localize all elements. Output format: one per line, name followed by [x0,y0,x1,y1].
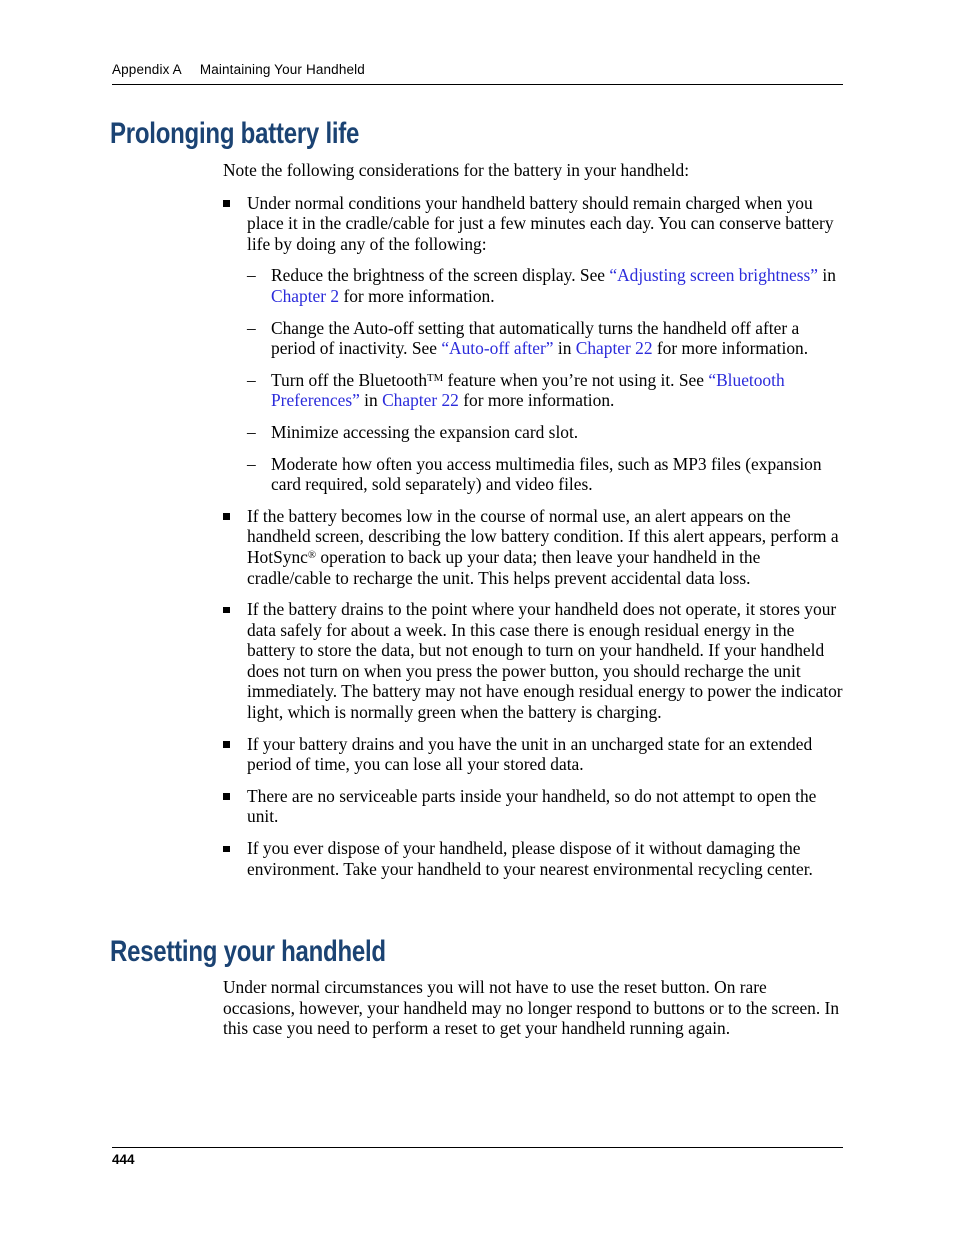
square-bullet-icon [223,200,230,207]
list-item-text: If your battery drains and you have the … [247,733,813,775]
list-item: – Reduce the brightness of the screen di… [247,265,843,306]
list-item: If your battery drains and you have the … [223,734,843,775]
list-item-text-part-b: operation to back up your data; then lea… [247,546,761,588]
sub-item-text-suffix: for more information. [458,390,615,411]
square-bullet-icon [223,845,230,853]
xref-chapter-22[interactable]: Chapter 22 [576,338,653,358]
list-item: Under normal conditions your handheld ba… [223,193,843,495]
sub-item-text-mid: in [818,265,836,286]
list-item: There are no serviceable parts inside yo… [223,786,843,827]
en-dash-bullet-icon: – [247,369,256,390]
list-item: – Change the Auto-off setting that autom… [247,318,843,359]
square-bullet-icon [223,513,230,520]
list-item-text: Under normal conditions your handheld ba… [247,192,834,254]
sub-item-text-mid: in [359,390,383,411]
sub-item-text-prefix: Turn off the Bluetooth [271,369,428,390]
en-dash-bullet-icon: – [247,317,256,338]
sub-item-text-prefix: Reduce the brightness of the screen disp… [271,265,610,286]
list-item: – Turn off the BluetoothTM feature when … [247,370,843,411]
section-body-prolonging-battery-life: Note the following considerations for th… [223,160,843,879]
sub-item-text: Minimize accessing the expansion card sl… [271,421,579,442]
list-item-text: There are no serviceable parts inside yo… [247,785,817,827]
sub-item-text-suffix: for more information. [652,338,809,359]
page-number: 444 [112,1152,135,1167]
registered-trademark-symbol: ® [307,548,317,561]
section-body-resetting-your-handheld: Under normal circumstances you will not … [223,977,843,1039]
xref-adjusting-screen-brightness[interactable]: “Adjusting screen brightness” [609,265,818,285]
list-item: If the battery drains to the point where… [223,599,843,723]
chapter-title: Maintaining Your Handheld [199,62,365,77]
square-bullet-icon [223,606,230,614]
xref-auto-off-after[interactable]: “Auto-off after” [441,338,553,358]
trademark-symbol: TM [427,371,444,384]
intro-paragraph: Note the following considerations for th… [223,160,690,180]
square-bullet-icon [223,793,230,800]
xref-chapter-2[interactable]: Chapter 2 [271,286,339,306]
header-rule [112,84,843,85]
en-dash-bullet-icon: – [247,265,256,286]
list-item-text: If you ever dispose of your handheld, pl… [247,838,813,879]
battery-considerations-list: Under normal conditions your handheld ba… [223,193,843,880]
en-dash-bullet-icon: – [247,421,256,442]
section-heading-prolonging-battery-life: Prolonging battery life [110,117,360,150]
sub-item-text-mid: in [553,338,576,359]
list-item: – Minimize accessing the expansion card … [247,422,843,443]
section-heading-resetting-your-handheld: Resetting your handheld [110,935,386,968]
list-item: If you ever dispose of your handheld, pl… [223,838,843,879]
sub-item-text: Moderate how often you access multimedia… [271,453,822,495]
square-bullet-icon [223,741,230,748]
battery-conservation-sublist: – Reduce the brightness of the screen di… [247,265,843,494]
sub-item-text-suffix: for more information. [339,285,495,306]
appendix-label: Appendix A [112,62,182,77]
resetting-paragraph: Under normal circumstances you will not … [223,977,840,1039]
footer-rule [112,1147,843,1148]
sub-item-text-prefix-b: feature when you’re not using it. See [443,369,709,390]
en-dash-bullet-icon: – [247,453,256,474]
list-item: If the battery becomes low in the course… [223,506,843,588]
document-page: Appendix A Maintaining Your Handheld Prol… [0,0,954,1235]
list-item: – Moderate how often you access multimed… [247,454,843,495]
xref-chapter-22[interactable]: Chapter 22 [382,390,459,410]
running-header: Appendix A Maintaining Your Handheld [112,62,843,77]
list-item-text: If the battery drains to the point where… [247,599,843,723]
